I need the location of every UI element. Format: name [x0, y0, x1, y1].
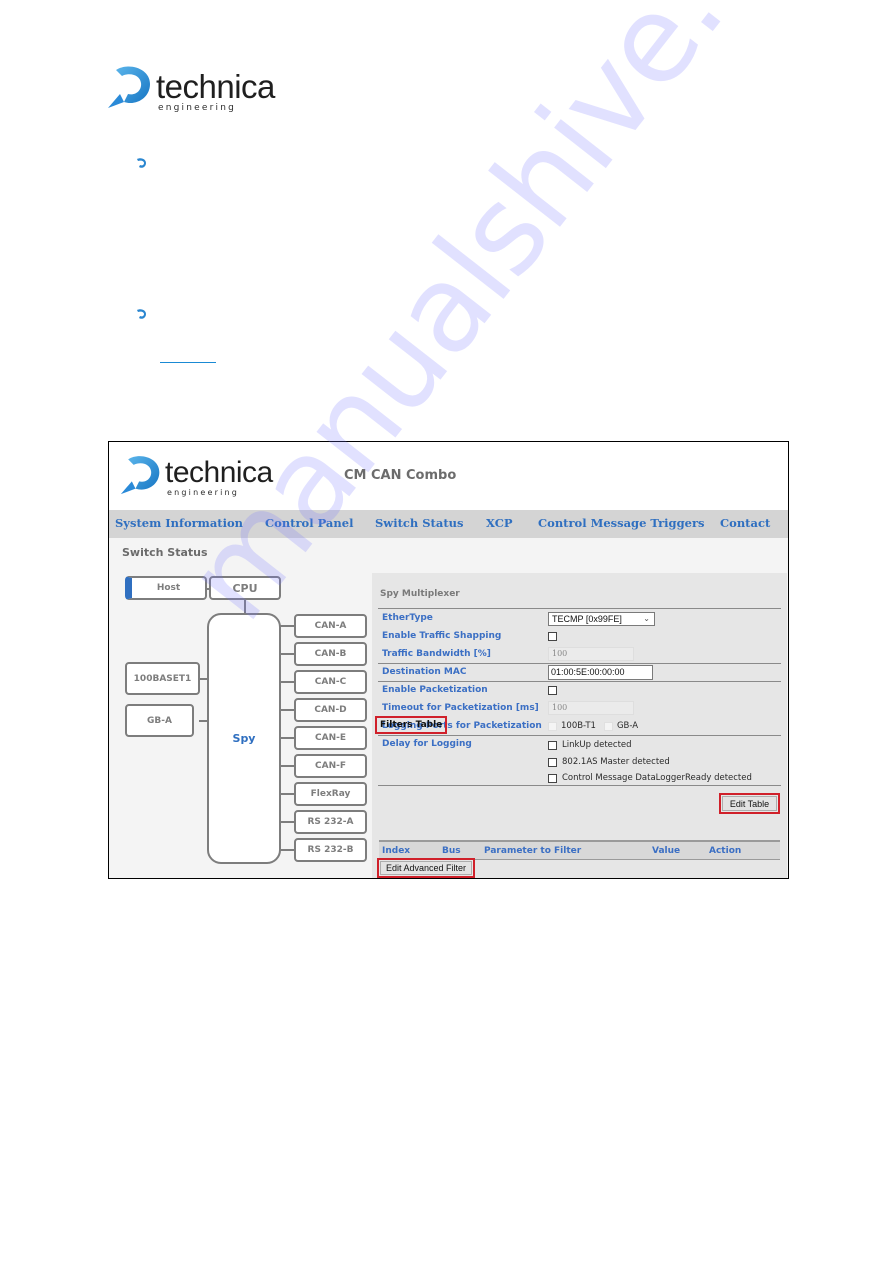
- column-index: Index: [382, 846, 411, 856]
- filters-table-title: Filters Table: [374, 716, 448, 734]
- main-nav: System Information Control Panel Switch …: [109, 510, 788, 538]
- node-cpu[interactable]: CPU: [209, 576, 281, 600]
- delay-option-label: Control Message DataLoggerReady detected: [562, 773, 752, 783]
- logging-ports-group: 100B-T1 GB-A: [548, 721, 638, 731]
- traffic-shaping-checkbox[interactable]: [548, 632, 557, 641]
- port-rs-232-b[interactable]: RS 232-B: [294, 838, 367, 862]
- technica-swirl-bullet-icon: [137, 158, 146, 168]
- port-can-e[interactable]: CAN-E: [294, 726, 367, 750]
- connector-line: [280, 793, 294, 795]
- divider: [378, 608, 781, 609]
- content-area: Switch Status Host CPU Spy 100BASET1 GB-…: [109, 538, 788, 878]
- logging-port-label: GB-A: [616, 721, 639, 731]
- destination-mac-input[interactable]: 01:00:5E:00:00:00: [548, 665, 653, 680]
- divider: [378, 663, 781, 664]
- connector-line: [280, 737, 294, 739]
- delay-8021as-checkbox[interactable]: [548, 757, 557, 767]
- connector-line: [280, 709, 294, 711]
- edit-advanced-filter-button[interactable]: Edit Advanced Filter: [377, 858, 475, 878]
- ethertype-select[interactable]: TECMP [0x99FE] ⌄: [548, 612, 655, 626]
- connector-line: [280, 653, 294, 655]
- technica-swirl-bullet-icon: [137, 309, 146, 319]
- column-value: Value: [652, 846, 681, 856]
- filters-table-header: Index Bus Parameter to Filter Value Acti…: [379, 840, 780, 860]
- technica-logo: technica engineering: [106, 62, 275, 113]
- delay-option: Control Message DataLoggerReady detected: [548, 773, 752, 783]
- port-can-b[interactable]: CAN-B: [294, 642, 367, 666]
- divider: [378, 785, 781, 786]
- logo-sub-text: engineering: [158, 103, 237, 113]
- ethertype-value: TECMP [0x99FE]: [552, 614, 622, 624]
- connector-line: [244, 600, 246, 614]
- column-parameter: Parameter to Filter: [484, 846, 582, 856]
- connector-line: [280, 765, 294, 767]
- node-spy[interactable]: Spy: [207, 613, 281, 864]
- port-gb-a[interactable]: GB-A: [125, 704, 194, 737]
- technica-swirl-icon: [108, 66, 150, 108]
- nav-system-information[interactable]: System Information: [115, 516, 243, 530]
- logging-port-label: 100B-T1: [561, 721, 596, 731]
- app-screenshot: technica engineering CM CAN Combo System…: [108, 441, 789, 879]
- connector-line: [280, 821, 294, 823]
- technica-swirl-icon: [120, 456, 160, 495]
- panel-title: Spy Multiplexer: [380, 589, 460, 599]
- app-title: CM CAN Combo: [344, 468, 457, 483]
- document-link-underline[interactable]: [160, 362, 216, 363]
- app-logo: technica engineering: [119, 452, 273, 497]
- app-header: technica engineering CM CAN Combo: [109, 442, 788, 510]
- connector-line: [280, 849, 294, 851]
- logo-brand-text: technica: [156, 68, 275, 105]
- port-host[interactable]: Host: [125, 576, 207, 600]
- nav-contact[interactable]: Contact: [720, 516, 770, 530]
- delay-dataloggerready-checkbox[interactable]: [548, 773, 557, 783]
- delay-logging-label: Delay for Logging: [382, 739, 472, 749]
- port-can-d[interactable]: CAN-D: [294, 698, 367, 722]
- logging-port-100bt1-checkbox[interactable]: [548, 721, 557, 731]
- port-flexray[interactable]: FlexRay: [294, 782, 367, 806]
- traffic-bandwidth-input[interactable]: 100: [548, 647, 634, 661]
- delay-linkup-checkbox[interactable]: [548, 740, 557, 750]
- connector-line: [199, 678, 208, 680]
- port-rs-232-a[interactable]: RS 232-A: [294, 810, 367, 834]
- nav-xcp[interactable]: XCP: [486, 516, 513, 530]
- ethertype-label: EtherType: [382, 613, 433, 623]
- delay-option-label: 802.1AS Master detected: [562, 757, 670, 767]
- port-can-c[interactable]: CAN-C: [294, 670, 367, 694]
- app-logo-sub-text: engineering: [167, 488, 240, 497]
- section-title: Switch Status: [122, 546, 208, 559]
- nav-switch-status[interactable]: Switch Status: [375, 516, 463, 530]
- port-can-a[interactable]: CAN-A: [294, 614, 367, 638]
- delay-option: LinkUp detected: [548, 740, 632, 750]
- divider: [378, 681, 781, 682]
- port-100baset1[interactable]: 100BASET1: [125, 662, 200, 695]
- connector-line: [199, 720, 208, 722]
- nav-control-panel[interactable]: Control Panel: [265, 516, 353, 530]
- packetization-label: Enable Packetization: [382, 685, 488, 695]
- divider: [378, 735, 781, 736]
- column-bus: Bus: [442, 846, 461, 856]
- delay-option-label: LinkUp detected: [562, 740, 632, 750]
- timeout-label: Timeout for Packetization [ms]: [382, 703, 539, 713]
- connector-line: [280, 681, 294, 683]
- column-action: Action: [709, 846, 742, 856]
- port-can-f[interactable]: CAN-F: [294, 754, 367, 778]
- edit-table-button[interactable]: Edit Table: [719, 793, 780, 814]
- connector-line: [280, 625, 294, 627]
- nav-control-message-triggers[interactable]: Control Message Triggers: [538, 516, 705, 530]
- app-logo-brand-text: technica: [165, 456, 273, 489]
- delay-option: 802.1AS Master detected: [548, 757, 670, 767]
- traffic-bandwidth-label: Traffic Bandwidth [%]: [382, 649, 491, 659]
- destination-mac-label: Destination MAC: [382, 667, 467, 677]
- traffic-shaping-label: Enable Traffic Shapping: [382, 631, 502, 641]
- packetization-checkbox[interactable]: [548, 686, 557, 695]
- timeout-input[interactable]: 100: [548, 701, 634, 715]
- logging-port-gba-checkbox[interactable]: [603, 721, 613, 731]
- chevron-down-icon: ⌄: [643, 614, 650, 623]
